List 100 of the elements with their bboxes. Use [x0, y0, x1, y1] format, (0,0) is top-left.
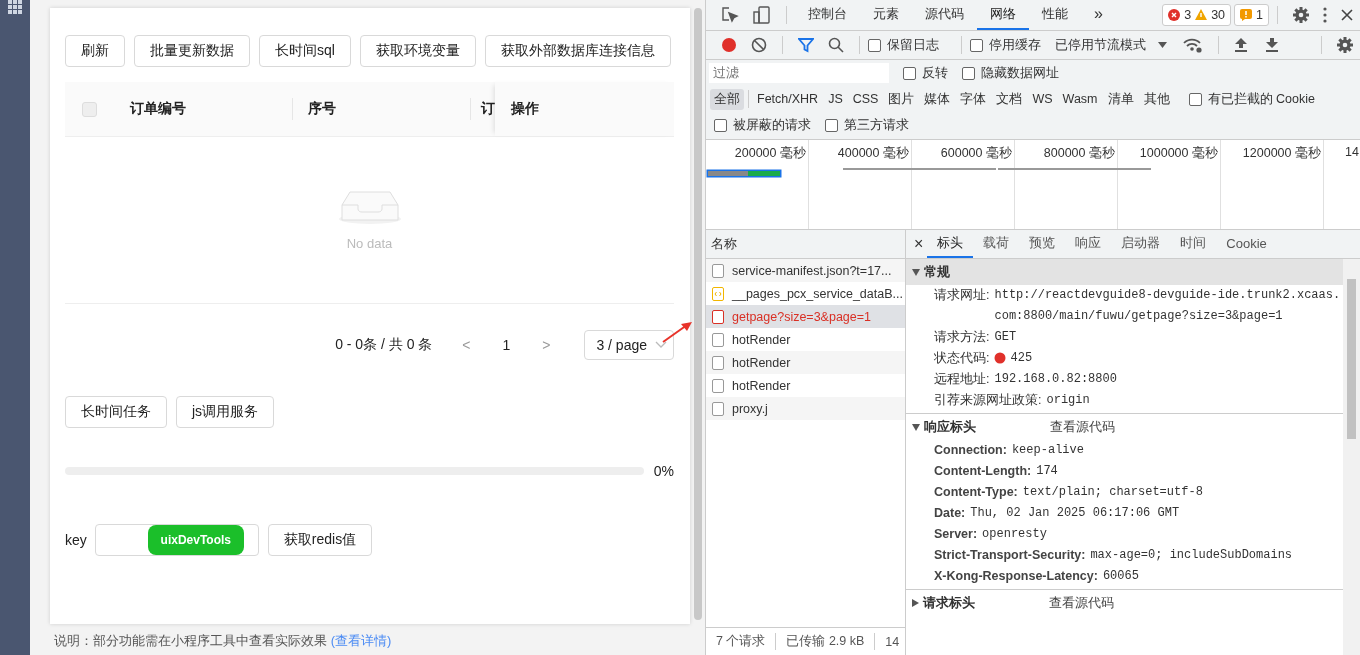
- redis-button[interactable]: 获取redis值: [267, 524, 373, 556]
- filter-icon[interactable]: [798, 37, 814, 53]
- detail-tab[interactable]: 启动器: [1111, 230, 1171, 258]
- toolbar-button[interactable]: 长时间sql: [259, 35, 351, 67]
- clear-icon[interactable]: [751, 37, 767, 53]
- request-name: service-manifest.json?t=17...: [732, 263, 892, 278]
- error-count: 3: [1184, 8, 1192, 22]
- document-icon: [712, 332, 724, 347]
- checkbox-label: 保留日志: [887, 36, 939, 54]
- header-name: Content-Length:: [934, 463, 1032, 480]
- toolbar-button[interactable]: 批量更新数据: [134, 35, 250, 67]
- more-tabs-button[interactable]: »: [1081, 0, 1116, 30]
- device-toolbar-icon[interactable]: [753, 6, 771, 24]
- dropdown-caret-icon[interactable]: [1158, 42, 1167, 48]
- view-source-link[interactable]: 查看源代码: [1050, 418, 1115, 436]
- request-row[interactable]: proxy.j: [706, 397, 905, 420]
- scrollbar-thumb[interactable]: [1347, 279, 1356, 439]
- checkbox[interactable]: [903, 66, 916, 80]
- close-detail-button[interactable]: ×: [914, 235, 924, 253]
- toolbar-button[interactable]: 获取外部数据库连接信息: [484, 35, 671, 67]
- network-conditions-icon[interactable]: [1183, 37, 1203, 53]
- checkbox-label: 反转: [922, 64, 948, 82]
- request-row[interactable]: hotRender: [706, 374, 905, 397]
- request-row[interactable]: service-manifest.json?t=17...: [706, 259, 905, 282]
- type-filter[interactable]: 文档: [992, 88, 1027, 110]
- section-header[interactable]: 响应标头 查看源代码: [906, 414, 1343, 440]
- issues-badge[interactable]: 1: [1234, 4, 1269, 26]
- checkbox[interactable]: [970, 38, 983, 52]
- type-filter[interactable]: Fetch/XHR: [753, 90, 823, 108]
- filter-input[interactable]: 过滤: [709, 63, 889, 83]
- more-options-icon[interactable]: [1323, 7, 1327, 23]
- header-name: Server:: [934, 526, 978, 543]
- request-name: hotRender: [732, 355, 791, 370]
- search-icon[interactable]: [828, 37, 844, 53]
- type-filter[interactable]: 其他: [1139, 88, 1174, 110]
- header-name: Content-Type:: [934, 484, 1018, 501]
- type-filter[interactable]: 全部: [710, 88, 744, 110]
- task-button[interactable]: 长时间任务: [65, 396, 167, 428]
- checkbox[interactable]: [962, 66, 975, 80]
- app-grid-icon[interactable]: [8, 0, 22, 14]
- timeline-tick: 800000 毫秒: [1043, 146, 1115, 160]
- status-text: 14: [884, 634, 901, 649]
- panel-tab[interactable]: 源代码: [912, 0, 977, 30]
- detail-tab[interactable]: 时间: [1170, 230, 1217, 258]
- request-row[interactable]: hotRender: [706, 351, 905, 374]
- page-size-select[interactable]: 3 / page: [584, 330, 674, 360]
- throttling-dropdown[interactable]: 已停用节流模式: [1055, 36, 1146, 54]
- section-header[interactable]: 常规: [906, 259, 1343, 285]
- checkbox-label: 有已拦截的 Cookie: [1207, 90, 1315, 108]
- detail-tab[interactable]: 预览: [1019, 230, 1066, 258]
- request-row[interactable]: hotRender: [706, 328, 905, 351]
- section-header[interactable]: 请求标头 查看源代码: [906, 590, 1343, 616]
- toolbar-button[interactable]: 获取环境变量: [359, 35, 476, 67]
- type-filter[interactable]: Wasm: [1058, 90, 1102, 108]
- type-filter[interactable]: 清单: [1103, 88, 1138, 110]
- detail-tab[interactable]: Cookie: [1216, 230, 1277, 258]
- detail-tab[interactable]: 载荷: [973, 230, 1020, 258]
- panel-tab[interactable]: 控制台: [795, 0, 860, 30]
- checkbox[interactable]: [1188, 92, 1202, 106]
- timeline-tick: 200000 毫秒: [734, 146, 806, 160]
- type-filter[interactable]: WS: [1028, 90, 1057, 108]
- request-row[interactable]: __pages_pcx_service_dataB...: [706, 282, 905, 305]
- detail-tab[interactable]: 响应: [1065, 230, 1112, 258]
- upload-icon[interactable]: [1234, 37, 1248, 53]
- download-icon[interactable]: [1265, 37, 1279, 53]
- timeline-tick: 1000000 毫秒: [1139, 146, 1218, 160]
- toolbar-button[interactable]: 刷新: [65, 35, 125, 67]
- close-icon[interactable]: [1341, 9, 1353, 21]
- type-filter[interactable]: JS: [824, 90, 847, 108]
- panel-tab[interactable]: 元素: [860, 0, 912, 30]
- checkbox-label: 隐藏数据网址: [981, 64, 1059, 82]
- column-header: 操作: [511, 100, 539, 118]
- type-filter[interactable]: 媒体: [920, 88, 955, 110]
- scrollbar-thumb[interactable]: [694, 8, 702, 620]
- request-row[interactable]: getpage?size=3&page=1: [706, 305, 905, 328]
- empty-text: No data: [346, 235, 393, 251]
- expand-triangle-icon: [912, 268, 920, 276]
- panel-tab[interactable]: 性能: [1029, 0, 1081, 30]
- type-filter[interactable]: CSS: [848, 90, 883, 108]
- checkbox-label: 被屏蔽的请求: [733, 117, 811, 134]
- checkbox[interactable]: [825, 119, 838, 132]
- console-counts-badge[interactable]: 3 30: [1162, 4, 1232, 26]
- page-number[interactable]: 1: [490, 337, 523, 353]
- type-filter[interactable]: 图片: [884, 88, 919, 110]
- checkbox[interactable]: [714, 119, 727, 132]
- type-filter[interactable]: 字体: [956, 88, 991, 110]
- column-header: 订: [481, 100, 495, 118]
- document-icon: [712, 401, 724, 416]
- network-settings-icon[interactable]: [1337, 37, 1353, 53]
- name-column-header: 名称: [706, 230, 905, 259]
- record-icon[interactable]: [721, 37, 737, 53]
- header-value: text/plain; charset=utf-8: [1022, 484, 1203, 501]
- section-title: 常规: [924, 263, 950, 281]
- settings-icon[interactable]: [1293, 7, 1309, 23]
- inspect-cursor-icon[interactable]: [721, 6, 739, 24]
- checkbox[interactable]: [868, 38, 881, 52]
- timeline-tick: 400000 毫秒: [837, 146, 909, 160]
- view-source-link[interactable]: 查看源代码: [1049, 594, 1114, 612]
- document-icon: [712, 263, 724, 278]
- task-button[interactable]: js调用服务: [176, 396, 275, 428]
